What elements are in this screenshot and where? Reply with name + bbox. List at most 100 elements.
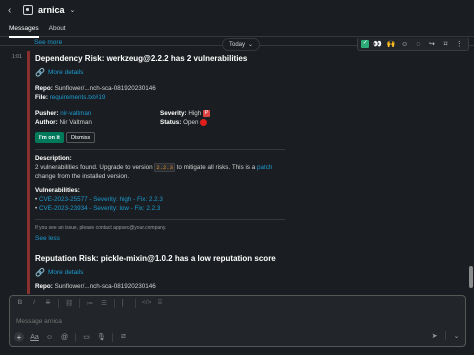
chevron-down-icon[interactable]: ⌄: [70, 6, 76, 14]
dependency-risk-card: Dependency Risk: werkzeug@2.2.2 has 2 vu…: [27, 51, 287, 285]
message-feed: See more Today ⌄ ✓ 👀 🙌 ☺ ◌ ↪ ⌑ ⋮ 1:01 De…: [0, 38, 474, 294]
description-heading: Description:: [35, 155, 72, 162]
vuln-item[interactable]: • CVE-2023-25577 - Severity: high - Fix:…: [35, 196, 163, 203]
bullet-list-icon[interactable]: ☰: [100, 299, 108, 308]
description-line-1: 2 vulnerabilities found. Upgrade to vers…: [35, 163, 272, 172]
author-field: Author: Nir Valtman: [35, 119, 92, 126]
vulnerabilities-heading: Vulnerabilities:: [35, 187, 80, 194]
date-jump-button[interactable]: Today ⌄: [222, 38, 261, 51]
author-value: Nir Valtman: [59, 119, 92, 126]
more-details-link[interactable]: 🔗 More details: [35, 68, 83, 77]
emoji-icon[interactable]: ☺: [45, 334, 54, 341]
link-icon[interactable]: ⛓: [65, 299, 73, 308]
italic-button[interactable]: I: [30, 299, 38, 308]
more-details-label: More details: [47, 269, 84, 276]
contact-note: If you see an issue, please contact apps…: [35, 225, 167, 231]
description-label: Description:: [35, 155, 72, 162]
status-value: Open: [183, 119, 199, 127]
vuln-text: CVE-2023-25577 - Severity: high - Fix: 2…: [38, 196, 163, 203]
channel-tabs: Messages About: [0, 20, 474, 38]
link-icon: 🔗: [35, 68, 45, 77]
repo-label: Repo:: [35, 85, 53, 92]
raised-hands-icon[interactable]: 🙌: [386, 41, 397, 48]
text-format-icon[interactable]: Aa: [30, 334, 39, 341]
tab-about[interactable]: About: [49, 20, 66, 37]
message-composer: B I S ⛓ ≔ ☰ ▏ </> ⌸ + Aa ☺ @ ▭ 🎙 ⧄ ➤ ⌄: [9, 295, 466, 347]
vuln-text: CVE-2023-23934 - Severity: low - Fix: 2.…: [38, 205, 161, 212]
toolbar-divider: [75, 332, 76, 342]
ordered-list-icon[interactable]: ≔: [86, 299, 94, 308]
red-circle-icon: [200, 119, 208, 126]
reputation-risk-card: Reputation Risk: pickle-mixin@1.0.2 has …: [27, 252, 287, 294]
repo-value: Sunflower/...nch-sca-081920230146: [54, 283, 156, 290]
desc-text-2: to mitigate all risks. This is a: [176, 164, 256, 171]
toolbar-divider: [58, 299, 59, 308]
file-label: File:: [35, 94, 48, 101]
severity-label: Severity:: [160, 110, 187, 118]
see-more-link[interactable]: See more: [34, 39, 62, 46]
add-reaction-icon[interactable]: ☺: [399, 41, 410, 48]
im-on-it-button[interactable]: I'm on it: [35, 132, 64, 143]
strikethrough-button[interactable]: S: [44, 299, 52, 308]
severity-value: High: [188, 110, 202, 118]
card-title: Reputation Risk: pickle-mixin@1.0.2 has …: [35, 254, 276, 263]
chevron-left-icon[interactable]: ‹: [8, 5, 18, 16]
pusher-link[interactable]: nir-valtman: [60, 110, 91, 117]
status-field: Status: Open: [160, 119, 208, 127]
card-title: Dependency Risk: werkzeug@2.2.2 has 2 vu…: [35, 54, 248, 63]
repo-value: Sunflower/...nch-sca-081920230146: [54, 85, 156, 92]
send-icon[interactable]: ➤: [430, 332, 439, 340]
version-code: 2.2.3: [154, 163, 175, 172]
repo-field: Repo: Sunflower/...nch-sca-081920230146: [35, 283, 156, 290]
file-link[interactable]: requirements.txt#19: [50, 94, 106, 101]
chevron-down-icon: ⌄: [248, 42, 254, 48]
schedule-icon[interactable]: ⌄: [452, 332, 461, 340]
message-input[interactable]: [16, 318, 456, 325]
composer-bottom-bar: + Aa ☺ @ ▭ 🎙 ⧄: [14, 332, 462, 342]
toolbar-divider: [445, 331, 446, 340]
pusher-field: Pusher: nir-valtman: [35, 110, 91, 117]
quote-icon[interactable]: ▏: [121, 299, 129, 308]
eyes-icon[interactable]: 👀: [372, 41, 383, 48]
audio-icon[interactable]: 🎙: [97, 333, 106, 341]
send-controls: ➤ ⌄: [430, 331, 461, 340]
patch-link[interactable]: patch: [257, 164, 272, 171]
priority-badge-icon: P: [203, 110, 211, 117]
message-timestamp[interactable]: 1:01: [12, 54, 22, 60]
channel-name[interactable]: arnica: [38, 5, 65, 15]
status-label: Status:: [160, 119, 182, 127]
more-icon[interactable]: ⋮: [454, 41, 465, 48]
check-icon[interactable]: ✓: [361, 40, 370, 48]
desc-text-1: 2 vulnerabilities found. Upgrade to vers…: [35, 164, 153, 171]
dismiss-button[interactable]: Dismiss: [66, 132, 96, 143]
bookmark-icon[interactable]: ⌑: [440, 41, 451, 48]
toolbar-divider: [135, 299, 136, 308]
repo-label: Repo:: [35, 283, 53, 290]
date-label: Today: [229, 41, 246, 48]
more-details-label: More details: [47, 69, 84, 76]
toolbar-divider: [79, 299, 80, 308]
app-icon: [23, 5, 33, 15]
tab-messages[interactable]: Messages: [9, 20, 39, 38]
repo-field: Repo: Sunflower/...nch-sca-081920230146: [35, 85, 156, 92]
plus-icon[interactable]: +: [14, 332, 24, 342]
code-block-icon[interactable]: ⌸: [156, 299, 164, 308]
feed-scrollbar[interactable]: [469, 266, 473, 288]
shortcut-icon[interactable]: ⧄: [119, 333, 128, 341]
author-label: Author:: [35, 119, 58, 126]
message-actions-toolbar: ✓ 👀 🙌 ☺ ◌ ↪ ⌑ ⋮: [357, 38, 469, 51]
bold-button[interactable]: B: [16, 299, 24, 308]
vuln-item[interactable]: • CVE-2023-23934 - Severity: low - Fix: …: [35, 205, 160, 212]
reply-thread-icon[interactable]: ◌: [413, 41, 424, 48]
forward-icon[interactable]: ↪: [426, 41, 437, 48]
pusher-label: Pusher:: [35, 110, 59, 117]
see-less-link[interactable]: See less: [35, 235, 60, 242]
severity-field: Severity: High P: [160, 110, 211, 118]
vulnerabilities-label: Vulnerabilities:: [35, 187, 80, 194]
formatting-toolbar: B I S ⛓ ≔ ☰ ▏ </> ⌸: [16, 299, 164, 308]
video-icon[interactable]: ▭: [82, 333, 91, 341]
code-icon[interactable]: </>: [142, 299, 151, 308]
more-details-link[interactable]: 🔗 More details: [35, 268, 83, 277]
toolbar-divider: [112, 332, 113, 342]
mention-icon[interactable]: @: [60, 334, 69, 341]
